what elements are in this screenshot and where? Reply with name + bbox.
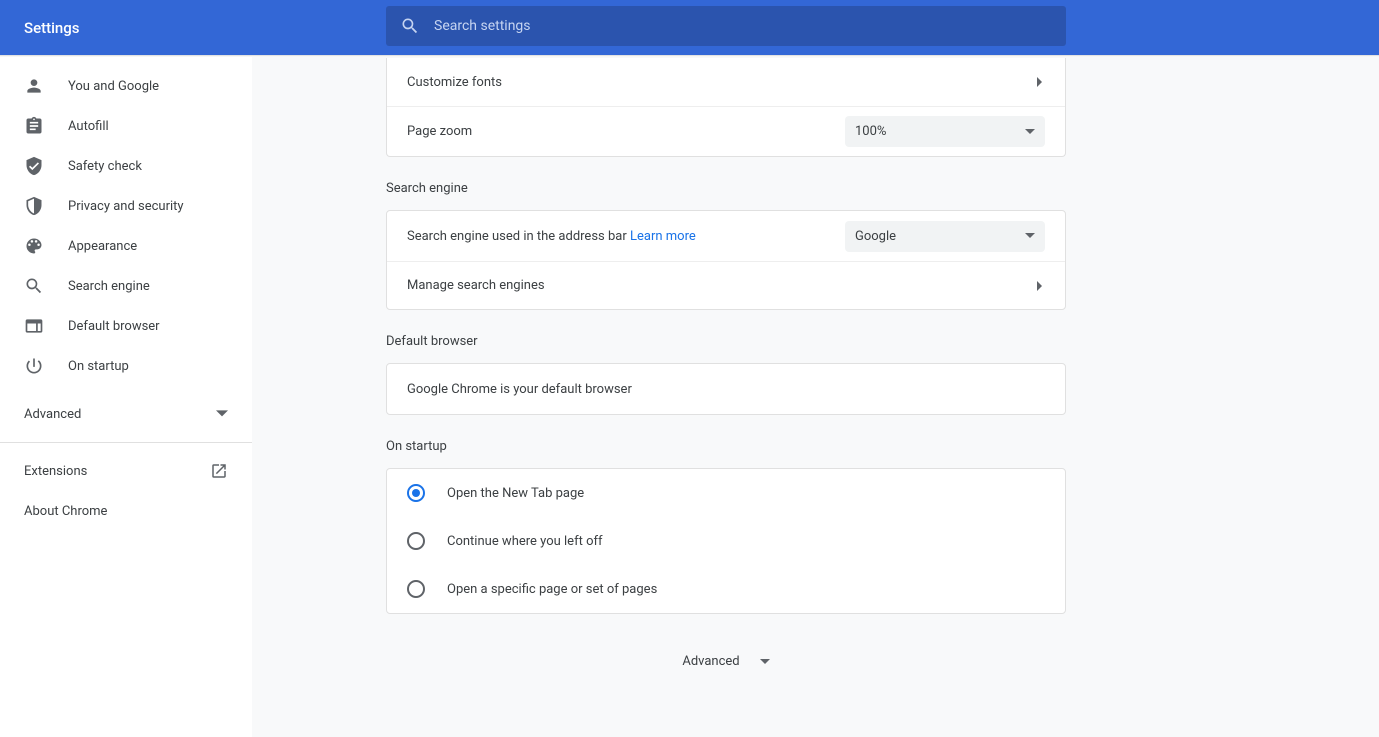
person-icon xyxy=(24,76,44,96)
chevron-down-icon xyxy=(216,408,228,420)
sidebar-item-label: Autofill xyxy=(68,119,109,134)
main-content: Customize fonts Page zoom 100% Search en… xyxy=(252,57,1379,737)
search-icon xyxy=(400,16,420,36)
footer-advanced-label: Advanced xyxy=(682,654,739,669)
page-zoom-value: 100% xyxy=(855,124,886,139)
default-browser-text: Google Chrome is your default browser xyxy=(407,382,632,397)
manage-search-engines-label: Manage search engines xyxy=(407,278,545,293)
sidebar-item-appearance[interactable]: Appearance xyxy=(0,226,252,266)
sidebar-item-search-engine[interactable]: Search engine xyxy=(0,266,252,306)
radio-icon[interactable] xyxy=(407,580,425,598)
startup-option-specific-pages[interactable]: Open a specific page or set of pages xyxy=(387,565,1065,613)
chevron-right-icon xyxy=(1035,77,1045,87)
default-browser-row: Google Chrome is your default browser xyxy=(387,364,1065,414)
sidebar-item-label: You and Google xyxy=(68,79,159,94)
sidebar-item-privacy[interactable]: Privacy and security xyxy=(0,186,252,226)
clipboard-icon xyxy=(24,116,44,136)
extensions-label: Extensions xyxy=(24,464,87,479)
section-title-on-startup: On startup xyxy=(386,439,1066,454)
search-engine-label: Search engine used in the address bar xyxy=(407,229,627,244)
search-input[interactable] xyxy=(434,18,1052,34)
radio-icon[interactable] xyxy=(407,532,425,550)
sidebar-item-label: Appearance xyxy=(68,239,137,254)
startup-option-new-tab[interactable]: Open the New Tab page xyxy=(387,469,1065,517)
chevron-right-icon xyxy=(1035,281,1045,291)
page-zoom-label: Page zoom xyxy=(407,124,472,139)
learn-more-link[interactable]: Learn more xyxy=(630,229,696,244)
sidebar-item-about[interactable]: About Chrome xyxy=(0,491,252,531)
startup-option-label: Continue where you left off xyxy=(447,534,603,549)
search-engine-value: Google xyxy=(855,229,896,244)
chevron-down-icon xyxy=(760,657,770,667)
footer-advanced-toggle[interactable]: Advanced xyxy=(386,654,1066,669)
page-title: Settings xyxy=(24,19,80,37)
search-box[interactable] xyxy=(386,6,1066,46)
startup-option-label: Open a specific page or set of pages xyxy=(447,582,657,597)
page-zoom-dropdown[interactable]: 100% xyxy=(845,116,1045,147)
sidebar-divider xyxy=(0,442,252,443)
sidebar-item-label: Privacy and security xyxy=(68,199,184,214)
sidebar-item-label: Safety check xyxy=(68,159,142,174)
app-header: Settings xyxy=(0,0,1379,55)
check-shield-icon xyxy=(24,156,44,176)
section-title-search-engine: Search engine xyxy=(386,181,1066,196)
sidebar-item-autofill[interactable]: Autofill xyxy=(0,106,252,146)
palette-icon xyxy=(24,236,44,256)
sidebar-item-you-and-google[interactable]: You and Google xyxy=(0,66,252,106)
radio-icon[interactable] xyxy=(407,484,425,502)
customize-fonts-label: Customize fonts xyxy=(407,75,502,90)
sidebar: You and Google Autofill Safety check Pri… xyxy=(0,57,252,737)
search-icon xyxy=(24,276,44,296)
sidebar-item-on-startup[interactable]: On startup xyxy=(0,346,252,386)
open-in-new-icon xyxy=(210,462,228,480)
advanced-label: Advanced xyxy=(24,407,81,422)
page-zoom-row: Page zoom 100% xyxy=(387,106,1065,156)
section-title-default-browser: Default browser xyxy=(386,334,1066,349)
power-icon xyxy=(24,356,44,376)
startup-option-label: Open the New Tab page xyxy=(447,486,584,501)
chevron-down-icon xyxy=(1025,231,1035,241)
sidebar-advanced-toggle[interactable]: Advanced xyxy=(0,394,252,434)
sidebar-item-label: On startup xyxy=(68,359,129,374)
sidebar-item-extensions[interactable]: Extensions xyxy=(0,451,252,491)
shield-icon xyxy=(24,196,44,216)
about-label: About Chrome xyxy=(24,504,107,519)
search-engine-dropdown[interactable]: Google xyxy=(845,221,1045,252)
sidebar-item-default-browser[interactable]: Default browser xyxy=(0,306,252,346)
browser-icon xyxy=(24,316,44,336)
sidebar-item-label: Search engine xyxy=(68,279,150,294)
manage-search-engines-row[interactable]: Manage search engines xyxy=(387,261,1065,309)
sidebar-item-label: Default browser xyxy=(68,319,160,334)
search-engine-row: Search engine used in the address bar Le… xyxy=(387,211,1065,261)
sidebar-item-safety-check[interactable]: Safety check xyxy=(0,146,252,186)
chevron-down-icon xyxy=(1025,127,1035,137)
customize-fonts-row[interactable]: Customize fonts xyxy=(387,58,1065,106)
startup-option-continue[interactable]: Continue where you left off xyxy=(387,517,1065,565)
